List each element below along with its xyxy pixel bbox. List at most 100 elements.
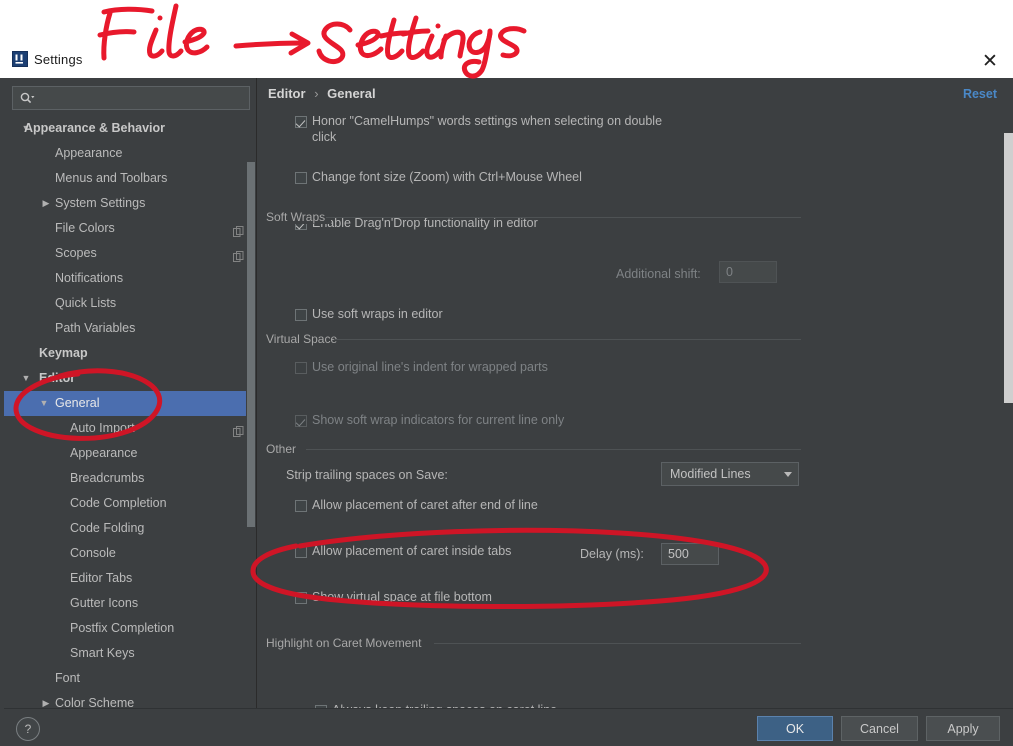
option-show-virtual-space[interactable]: Show virtual space at file bottom	[258, 288, 1003, 604]
sidebar-scrollbar-thumb[interactable]	[247, 162, 255, 527]
sidebar-item-breadcrumbs[interactable]: Breadcrumbs	[4, 466, 256, 491]
close-icon[interactable]: ✕	[973, 48, 1007, 74]
option-show-soft-wrap-indicators[interactable]: Show soft wrap indicators for current li…	[258, 219, 1003, 427]
sidebar-scrollbar-track[interactable]	[246, 116, 256, 698]
option-use-original-indent[interactable]: Use original line's indent for wrapped p…	[258, 196, 1003, 374]
sidebar-item-quick-lists[interactable]: Quick Lists	[4, 291, 256, 316]
sidebar-item-label: Appearance	[70, 446, 138, 460]
breadcrumb: Editor › General	[268, 86, 376, 101]
sidebar-item-label: Auto Import	[70, 421, 135, 435]
sidebar-item-keymap[interactable]: Keymap	[4, 341, 256, 366]
sidebar-item-editor[interactable]: ▼ Editor	[4, 366, 256, 391]
search-input[interactable]	[35, 88, 249, 108]
sidebar-item-font[interactable]: Font	[4, 666, 256, 691]
bottom-strip	[0, 742, 1013, 746]
sidebar-item-label: Appearance	[55, 146, 123, 160]
sidebar-item-postfix-completion[interactable]: Postfix Completion	[4, 616, 256, 641]
sidebar-item-color-scheme[interactable]: ▶ Color Scheme	[4, 691, 256, 708]
window-title: Settings	[34, 52, 83, 67]
sidebar-item-label: System Settings	[55, 196, 146, 210]
option-always-keep-trailing[interactable]: Always keep trailing spaces on caret lin…	[258, 311, 1003, 708]
option-highlight-current-scope[interactable]: Highlight current scope	[258, 449, 1003, 472]
checkbox-allow-caret-inside-tabs[interactable]	[295, 546, 307, 558]
chevron-right-icon[interactable]: ▶	[40, 191, 52, 216]
sidebar-item-label: Notifications	[55, 271, 124, 285]
sidebar-item-scopes[interactable]: Scopes	[4, 241, 256, 266]
sidebar-item-console[interactable]: Console	[4, 541, 256, 566]
label-allow-caret-after-eol: Allow placement of caret after end of li…	[312, 498, 538, 512]
apply-button[interactable]: Apply	[926, 716, 1000, 741]
settings-dialog: ▼ Appearance & Behavior Appearance Menus an…	[0, 78, 1013, 746]
chevron-down-icon[interactable]: ▼	[38, 391, 50, 416]
sidebar-item-appearance-behavior[interactable]: ▼ Appearance & Behavior	[4, 116, 256, 141]
option-highlight-matched-brace[interactable]: Highlight matched brace	[258, 426, 1003, 449]
cancel-button[interactable]: Cancel	[841, 716, 918, 741]
sidebar-item-appearance[interactable]: Appearance	[4, 141, 256, 166]
breadcrumb-separator: ›	[314, 86, 319, 101]
sidebar-item-label: Breadcrumbs	[70, 471, 145, 485]
sidebar-item-notifications[interactable]: Notifications	[4, 266, 256, 291]
intellij-logo-icon	[12, 51, 28, 67]
sidebar-item-smart-keys[interactable]: Smart Keys	[4, 641, 256, 666]
sidebar-item-label: Editor	[39, 371, 76, 385]
sidebar-item-general[interactable]: ▼ General	[4, 391, 256, 416]
sidebar-item-label: Console	[70, 546, 116, 560]
sidebar-item-label: File Colors	[55, 221, 115, 235]
sidebar-item-label: Path Variables	[55, 321, 136, 335]
sidebar-item-label: Editor Tabs	[70, 571, 133, 585]
chevron-right-icon[interactable]: ▶	[40, 691, 52, 708]
settings-options-container: Honor "CamelHumps" words settings when s…	[258, 104, 1003, 708]
label-show-virtual-space: Show virtual space at file bottom	[312, 590, 492, 604]
sidebar-item-label: Gutter Icons	[70, 596, 139, 610]
sidebar-divider	[256, 78, 257, 708]
group-title-highlight-on-caret: Highlight on Caret Movement	[266, 636, 428, 650]
sidebar-item-label: Code Completion	[70, 496, 167, 510]
option-allow-caret-after-eol[interactable]: Allow placement of caret after end of li…	[258, 242, 1003, 512]
group-rule-highlight-on-caret	[434, 643, 801, 644]
sidebar-item-editor-tabs[interactable]: Editor Tabs	[4, 566, 256, 591]
copy-settings-icon[interactable]	[233, 222, 244, 237]
sidebar-item-auto-import[interactable]: Auto Import	[4, 416, 256, 441]
checkbox-allow-caret-after-eol[interactable]	[295, 500, 307, 512]
search-icon	[19, 91, 35, 105]
ok-button[interactable]: OK	[757, 716, 833, 741]
sidebar-item-label: Postfix Completion	[70, 621, 175, 635]
sidebar-item-gutter-icons[interactable]: Gutter Icons	[4, 591, 256, 616]
sidebar-item-file-colors[interactable]: File Colors	[4, 216, 256, 241]
copy-settings-icon[interactable]	[233, 422, 244, 437]
sidebar-item-code-completion[interactable]: Code Completion	[4, 491, 256, 516]
delay-ms-input[interactable]	[661, 543, 719, 565]
sidebar-item-label: Font	[55, 671, 81, 685]
option-highlight-modified-lines[interactable]: Highlight modified lines in gutter	[258, 380, 1003, 403]
search-field[interactable]	[12, 86, 250, 110]
sidebar-item-path-variables[interactable]: Path Variables	[4, 316, 256, 341]
copy-settings-icon[interactable]	[233, 247, 244, 262]
sidebar-item-menus-and-toolbars[interactable]: Menus and Toolbars	[4, 166, 256, 191]
reset-link[interactable]: Reset	[963, 87, 997, 101]
sidebar-item-label: Keymap	[39, 346, 88, 360]
pane-scrollbar-thumb[interactable]	[1004, 133, 1013, 403]
sidebar-item-label: Scopes	[55, 246, 97, 260]
sidebar-item-appearance[interactable]: Appearance	[4, 441, 256, 466]
label-allow-caret-inside-tabs: Allow placement of caret inside tabs	[312, 544, 512, 558]
option-different-color-whitespace[interactable]: Different color for lines with whitespac…	[258, 403, 1003, 426]
option-use-soft-wraps[interactable]: Use soft wraps in editor	[258, 173, 1003, 321]
option-enable-dragndrop[interactable]: Enable Drag'n'Drop functionality in edit…	[258, 150, 1003, 230]
option-show-quick-doc[interactable]: Show quick documentation on mouse move	[258, 357, 1003, 380]
settings-content-pane: Editor › General Reset Honor "CamelHumps…	[258, 78, 1013, 708]
option-ensure-line-feed[interactable]: Ensure line feed at file end on Save	[258, 334, 1003, 357]
pane-scrollbar-track[interactable]	[1003, 100, 1013, 708]
sidebar-item-label: Code Folding	[70, 521, 145, 535]
checkbox-show-virtual-space[interactable]	[295, 592, 307, 604]
option-honor-camelhumps[interactable]: Honor "CamelHumps" words settings when s…	[258, 104, 1003, 144]
chevron-down-icon[interactable]: ▼	[20, 366, 32, 391]
option-allow-caret-inside-tabs[interactable]: Allow placement of caret inside tabs	[258, 265, 1003, 558]
help-button[interactable]: ?	[16, 717, 40, 741]
chevron-down-icon	[778, 471, 798, 477]
sidebar-item-system-settings[interactable]: ▶ System Settings	[4, 191, 256, 216]
settings-tree: ▼ Appearance & Behavior Appearance Menus an…	[4, 116, 256, 708]
sidebar-item-code-folding[interactable]: Code Folding	[4, 516, 256, 541]
breadcrumb-parent[interactable]: Editor	[268, 86, 306, 101]
sidebar-item-label: Appearance & Behavior	[24, 121, 166, 135]
option-change-font-size[interactable]: Change font size (Zoom) with Ctrl+Mouse …	[258, 127, 1003, 184]
